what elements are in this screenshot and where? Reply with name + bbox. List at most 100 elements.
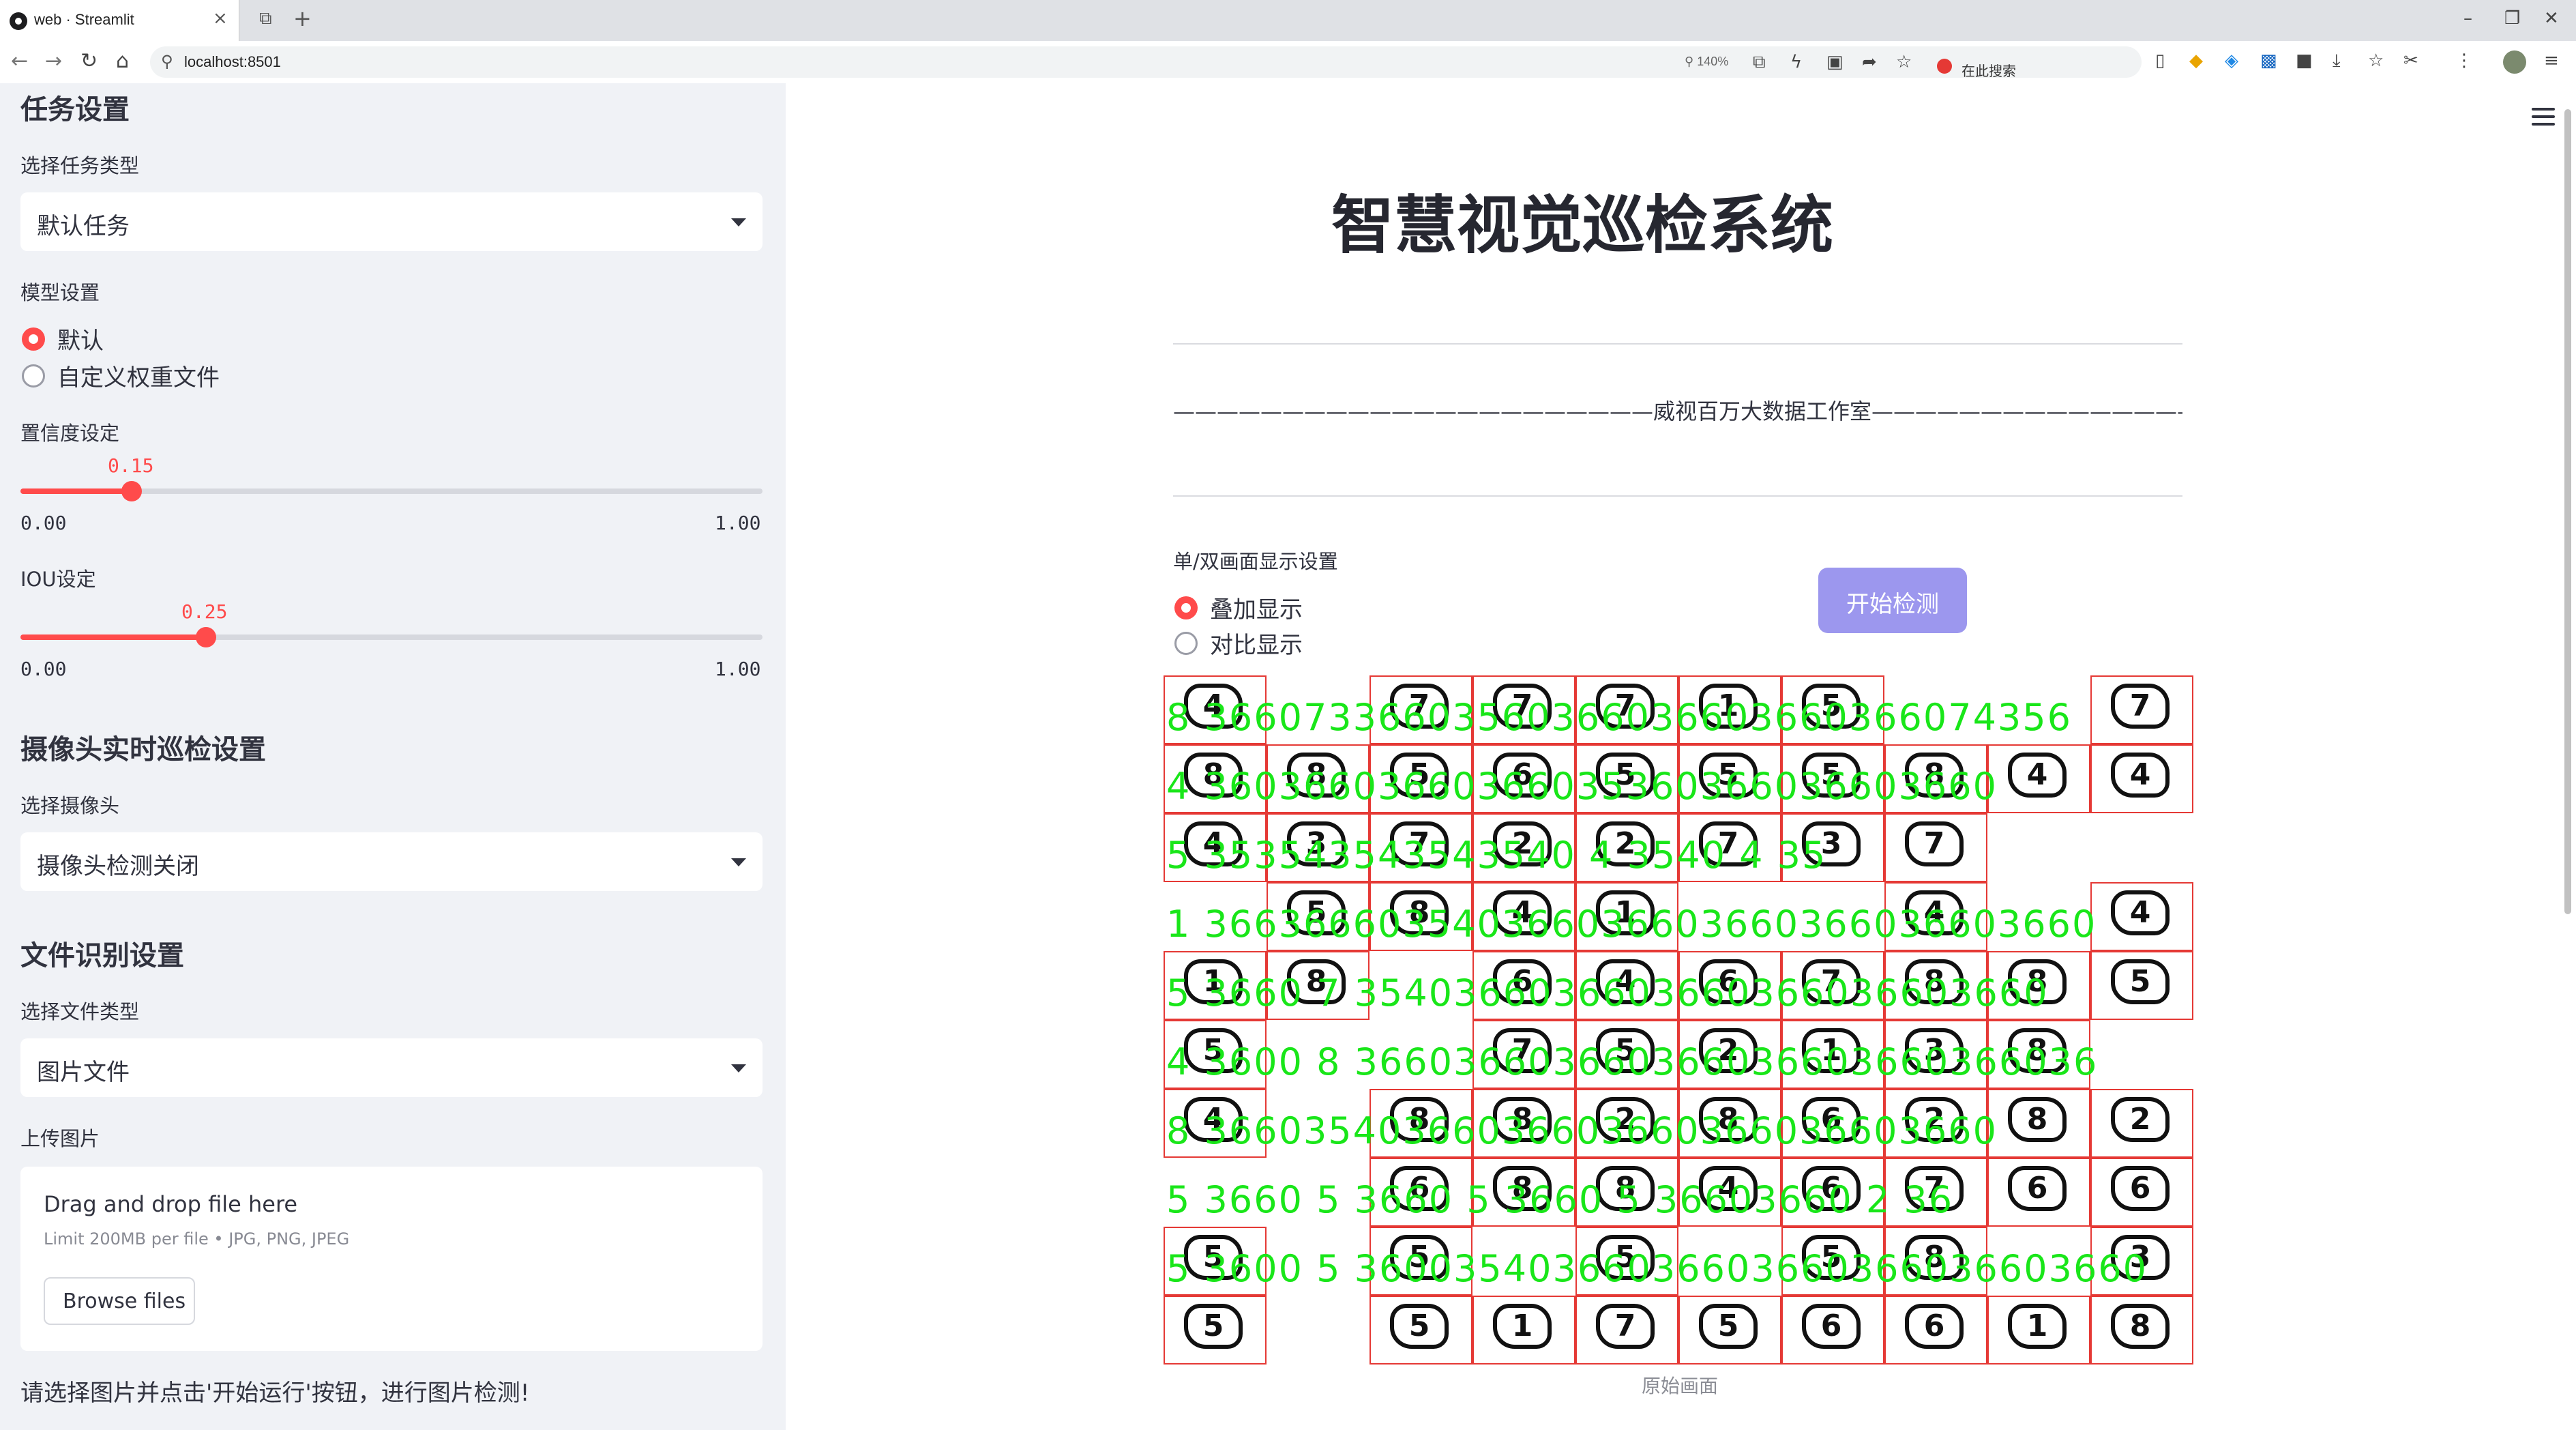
handwritten-digit: 7 (1905, 821, 1964, 866)
zoom-level: 140% (1697, 55, 1729, 68)
site-info-icon[interactable]: ⚲ (161, 52, 173, 71)
forward-icon[interactable]: → (45, 49, 62, 73)
handwritten-digit: 5 (1184, 1304, 1243, 1349)
extension-color-icon[interactable]: ◆ (2189, 50, 2203, 71)
minimize-icon[interactable]: – (2463, 8, 2472, 29)
extension-dark-icon[interactable]: ■ (2296, 50, 2313, 71)
model-default-label[interactable]: 默认 (57, 322, 104, 355)
file-dropzone[interactable]: Drag and drop file here Limit 200MB per … (20, 1167, 763, 1351)
search-placeholder: 在此搜索 (1961, 63, 2016, 79)
task-settings-header: 任务设置 (20, 94, 130, 126)
close-tab-icon[interactable]: × (213, 8, 228, 29)
overlay-display-label[interactable]: 叠加显示 (1210, 591, 1303, 624)
detection-label-row: 5 3600 5 3600354036603660366036603660366… (1166, 1247, 2148, 1290)
translate-icon[interactable]: ⧉ (1753, 52, 1766, 73)
model-default-radio[interactable] (22, 327, 45, 351)
extension-blue-icon[interactable]: ▩ (2260, 50, 2277, 71)
handwritten-digit: 4 (2111, 753, 2170, 798)
confidence-slider[interactable] (20, 481, 763, 501)
extension-translate-icon[interactable]: ◈ (2225, 50, 2238, 71)
home-icon[interactable]: ⌂ (116, 49, 129, 73)
handwritten-digit: 6 (1802, 1304, 1861, 1349)
browser-toolbar: ← → ↻ ⌂ ⚲ localhost:8501 ⚲ 140% ⧉ ϟ ▣ ➦ … (0, 41, 2576, 84)
detection-label-row: 5 353543543543540 4 3540 4 35 (1166, 834, 1827, 877)
close-window-icon[interactable]: ✕ (2544, 8, 2559, 29)
handwritten-digit: 8 (2111, 1304, 2170, 1349)
confidence-min: 0.00 (20, 512, 67, 534)
confidence-value: 0.15 (108, 454, 154, 477)
scrollbar[interactable] (2564, 109, 2571, 914)
lightning-icon[interactable]: ϟ (1790, 52, 1802, 72)
address-url[interactable]: localhost:8501 (184, 53, 281, 71)
detection-label-row: 5 3660 5 3660 5 3660 5 36603660 2 36 (1166, 1178, 1954, 1221)
download-icon[interactable]: ⤓ (2333, 50, 2341, 72)
model-custom-label[interactable]: 自定义权重文件 (57, 359, 220, 392)
task-type-value: 默认任务 (37, 213, 130, 240)
tab-actions-icon[interactable]: ⧉ (259, 8, 272, 29)
favorites-icon[interactable]: ☆ (2368, 50, 2384, 71)
page-title: 智慧视觉巡检系统 (1331, 189, 1833, 262)
share-icon[interactable]: ➦ (1862, 52, 1877, 72)
task-type-label: 选择任务类型 (20, 154, 140, 177)
sidebar-note: 请选择图片并点击'开始运行'按钮，进行图片检测! (20, 1380, 530, 1407)
browser-tab-bar: web · Streamlit × ⧉ + – ❐ ✕ (0, 0, 2576, 41)
handwritten-digit: 6 (2111, 1166, 2170, 1211)
chevron-down-icon (731, 858, 746, 866)
device-icon[interactable]: ▯ (2155, 50, 2165, 71)
detection-label-row: 4 3600 8 366036603660366036603660366036 (1166, 1040, 2099, 1083)
upload-label: 上传图片 (20, 1127, 100, 1150)
profile-avatar[interactable] (2503, 50, 2526, 74)
overlay-display-radio[interactable] (1174, 596, 1198, 619)
compare-display-label[interactable]: 对比显示 (1210, 626, 1303, 660)
handwritten-digit: 5 (1699, 1304, 1758, 1349)
task-type-select[interactable]: 默认任务 (20, 192, 763, 251)
screenshot-icon[interactable]: ▣ (1826, 52, 1844, 72)
iou-value: 0.25 (181, 600, 228, 623)
reload-icon[interactable]: ↻ (80, 49, 98, 73)
start-detection-label: 开始检测 (1846, 591, 1939, 618)
iou-label: IOU设定 (20, 568, 96, 591)
detection-label-row: 5 3660 7 3540366036603660366036603660 (1166, 972, 2049, 1015)
detection-label-row: 8 36607336603560366036603660366074356 (1166, 696, 2072, 739)
chevron-down-icon (731, 218, 746, 227)
more-menu-icon[interactable]: ⋮ (2455, 50, 2473, 71)
scissors-icon[interactable]: ✂ (2403, 50, 2418, 71)
search-engine-icon (1937, 59, 1952, 74)
handwritten-digit: 6 (1905, 1304, 1964, 1349)
handwritten-digit: 1 (2008, 1304, 2067, 1349)
file-type-select[interactable]: 图片文件 (20, 1038, 763, 1097)
browser-menu-icon[interactable]: ≡ (2544, 50, 2559, 71)
detection-label-row: 1 366366603540366036603660366036603660 (1166, 903, 2097, 946)
dropzone-title: Drag and drop file here (44, 1191, 298, 1217)
model-settings-label: 模型设置 (20, 281, 100, 304)
restore-icon[interactable]: ❐ (2504, 8, 2520, 29)
divider (1173, 495, 2182, 497)
new-tab-icon[interactable]: + (293, 5, 312, 31)
handwritten-digit: 5 (1390, 1304, 1449, 1349)
back-icon[interactable]: ← (11, 49, 28, 73)
address-bar[interactable]: ⚲ localhost:8501 ⚲ 140% ⧉ ϟ ▣ ➦ ☆ 在此搜索 (150, 46, 2142, 79)
search-engine-box[interactable]: 在此搜索 (1937, 52, 2135, 83)
iou-slider[interactable] (20, 627, 763, 647)
iou-slider-thumb[interactable] (196, 627, 216, 647)
confidence-label: 置信度设定 (20, 422, 120, 445)
image-caption: 原始画面 (1641, 1375, 1718, 1397)
zoom-indicator[interactable]: ⚲ 140% (1685, 55, 1728, 69)
confidence-slider-thumb[interactable] (121, 481, 142, 501)
handwritten-digit: 5 (2111, 959, 2170, 1004)
file-type-label: 选择文件类型 (20, 1000, 140, 1023)
start-detection-button[interactable]: 开始检测 (1818, 568, 1967, 633)
main-menu-icon[interactable] (2532, 108, 2555, 130)
confidence-slider-fill (20, 488, 132, 494)
compare-display-radio[interactable] (1174, 632, 1198, 655)
model-custom-radio[interactable] (22, 364, 45, 388)
chevron-down-icon (731, 1064, 746, 1072)
tab-title: web · Streamlit (34, 11, 134, 28)
handwritten-digit: 8 (2008, 1097, 2067, 1142)
camera-select[interactable]: 摄像头检测关闭 (20, 832, 763, 891)
camera-settings-header: 摄像头实时巡检设置 (20, 734, 266, 765)
detection-image: 4777157885655584443722737584144186467885… (1164, 675, 2196, 1365)
bookmark-star-icon[interactable]: ☆ (1896, 52, 1912, 72)
browse-files-button[interactable]: Browse files (44, 1277, 195, 1325)
browser-tab[interactable]: web · Streamlit × (0, 0, 239, 41)
